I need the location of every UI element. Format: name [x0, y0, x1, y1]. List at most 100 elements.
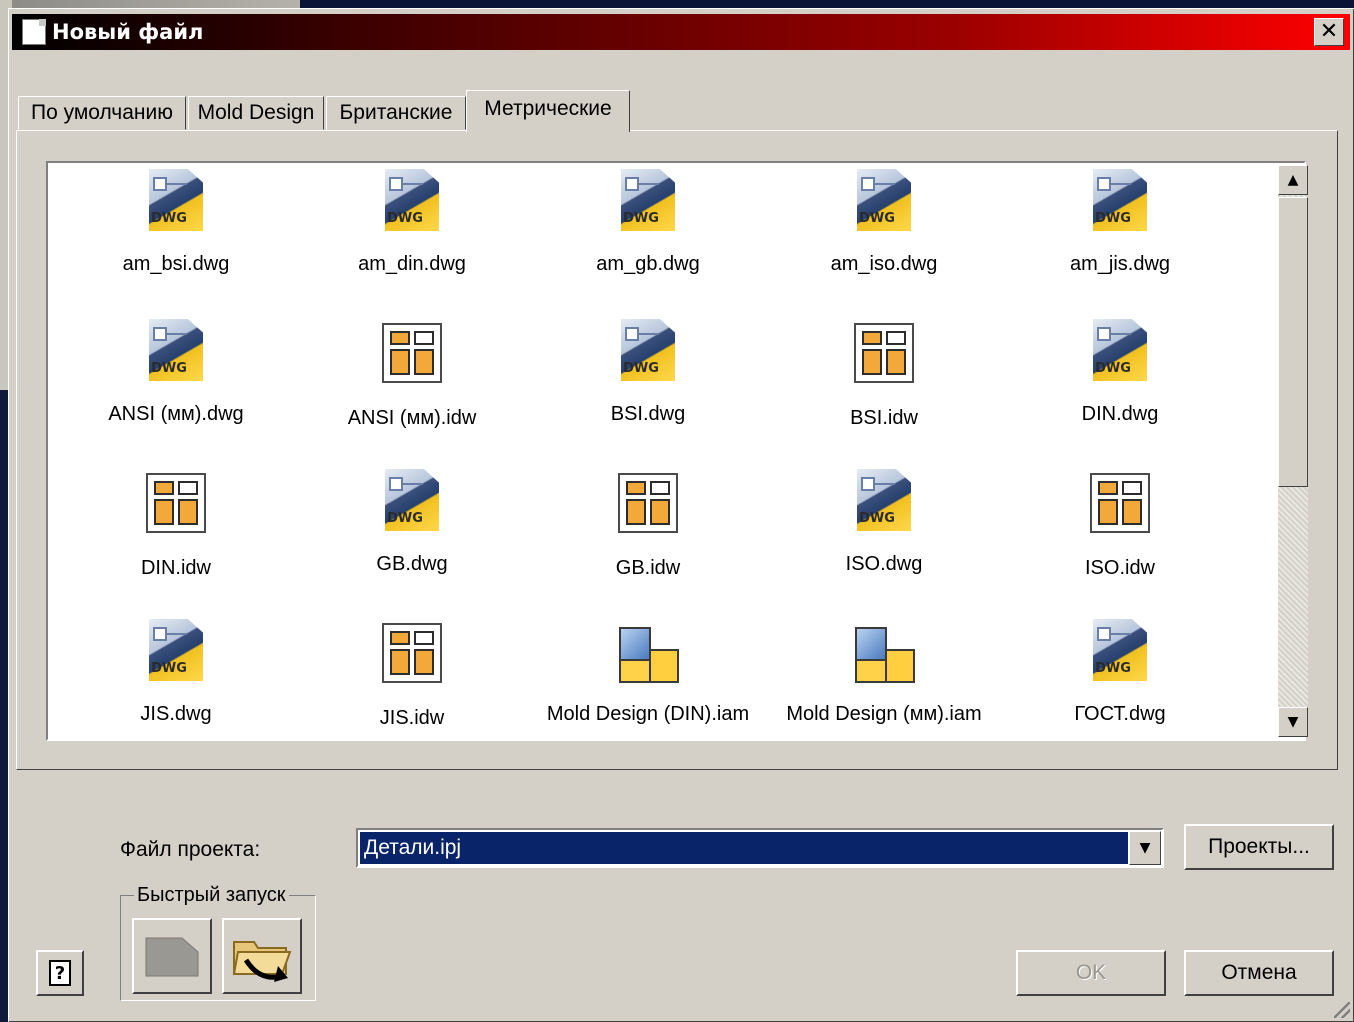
file-name-label: ISO.idw: [1084, 557, 1156, 579]
file-name-label: JIS.dwg: [140, 703, 212, 725]
window-title: Новый файл: [52, 20, 204, 44]
dwg-badge: DWG: [1095, 211, 1131, 226]
dwg-file-icon: DWG: [1085, 169, 1155, 239]
list-item[interactable]: DWG DIN.dwg: [1002, 317, 1238, 467]
list-item[interactable]: DWG am_din.dwg: [294, 167, 530, 317]
new-part-icon: [145, 937, 199, 977]
list-item[interactable]: DWG ANSI (мм).dwg: [58, 317, 294, 467]
dwg-file-icon: DWG: [1085, 319, 1155, 389]
iam-assembly-icon: [613, 619, 683, 689]
dwg-badge: DWG: [151, 361, 187, 376]
dwg-badge: DWG: [387, 211, 423, 226]
idw-drawing-icon: [613, 473, 683, 543]
dwg-file-icon: DWG: [141, 169, 211, 239]
file-name-label: Mold Design (мм).iam: [786, 703, 982, 725]
title-bar[interactable]: Новый файл ✕: [12, 14, 1350, 50]
new-file-icon: [22, 19, 46, 45]
file-name-label: ГОСТ.dwg: [1074, 703, 1166, 725]
vertical-scrollbar[interactable]: ▲ ▼: [1278, 165, 1308, 737]
file-name-label: am_gb.dwg: [596, 253, 700, 275]
dwg-badge: DWG: [859, 211, 895, 226]
dwg-file-icon: DWG: [377, 169, 447, 239]
idw-drawing-icon: [141, 473, 211, 543]
list-item[interactable]: DWG am_iso.dwg: [766, 167, 1002, 317]
dwg-badge: DWG: [623, 211, 659, 226]
list-item[interactable]: GB.idw: [530, 467, 766, 617]
dwg-file-icon: DWG: [141, 619, 211, 689]
list-item[interactable]: Mold Design (мм).iam: [766, 617, 1002, 739]
resize-grip[interactable]: [1334, 1002, 1350, 1018]
dwg-file-icon: DWG: [849, 469, 919, 539]
open-quick-button[interactable]: [222, 918, 302, 994]
list-item[interactable]: ISO.idw: [1002, 467, 1238, 617]
chevron-down-icon[interactable]: ▼: [1129, 831, 1161, 865]
idw-drawing-icon: [1085, 473, 1155, 543]
dwg-badge: DWG: [1095, 661, 1131, 676]
file-name-label: am_bsi.dwg: [122, 253, 230, 275]
close-button[interactable]: ✕: [1314, 18, 1344, 46]
new-part-quick-button[interactable]: [132, 918, 212, 994]
file-name-label: DIN.idw: [140, 557, 211, 579]
dwg-badge: DWG: [859, 511, 895, 526]
help-button[interactable]: ?: [36, 950, 84, 996]
file-name-label: BSI.idw: [850, 407, 918, 429]
dwg-badge: DWG: [387, 511, 423, 526]
dwg-badge: DWG: [1095, 361, 1131, 376]
dwg-badge: DWG: [151, 211, 187, 226]
list-item[interactable]: Mold Design (DIN).iam: [530, 617, 766, 739]
scroll-down-arrow-icon[interactable]: ▼: [1278, 707, 1308, 737]
dwg-file-icon: DWG: [613, 169, 683, 239]
list-item[interactable]: DWG ГОСТ.dwg: [1002, 617, 1238, 739]
list-item[interactable]: DWG JIS.dwg: [58, 617, 294, 739]
file-name-label: ANSI (мм).dwg: [108, 403, 244, 425]
list-item[interactable]: BSI.idw: [766, 317, 1002, 467]
tab-mold-design[interactable]: Mold Design: [188, 96, 324, 130]
dwg-file-icon: DWG: [849, 169, 919, 239]
background-strip: [0, 0, 1354, 8]
dwg-badge: DWG: [623, 361, 659, 376]
dwg-file-icon: DWG: [613, 319, 683, 389]
file-name-label: DIN.dwg: [1081, 403, 1159, 425]
open-folder-icon: [232, 941, 292, 982]
iam-assembly-icon: [849, 619, 919, 689]
scroll-up-arrow-icon[interactable]: ▲: [1278, 165, 1308, 195]
idw-drawing-icon: [377, 623, 447, 693]
tab-british[interactable]: Британские: [326, 96, 466, 130]
projects-button[interactable]: Проекты...: [1184, 824, 1334, 870]
idw-drawing-icon: [849, 323, 919, 393]
file-name-label: am_jis.dwg: [1069, 253, 1171, 275]
ok-button[interactable]: OK: [1016, 950, 1166, 996]
dwg-file-icon: DWG: [1085, 619, 1155, 689]
file-name-label: GB.idw: [615, 557, 681, 579]
project-file-label: Файл проекта:: [120, 838, 261, 861]
project-file-select[interactable]: Детали.ipj ▼: [356, 828, 1164, 868]
tab-metric[interactable]: Метрические: [466, 90, 630, 132]
file-name-label: GB.dwg: [376, 553, 448, 575]
cancel-button[interactable]: Отмена: [1184, 950, 1334, 996]
list-item[interactable]: DWG BSI.dwg: [530, 317, 766, 467]
list-item[interactable]: DWG am_jis.dwg: [1002, 167, 1238, 317]
list-item[interactable]: DWG am_gb.dwg: [530, 167, 766, 317]
file-name-label: am_iso.dwg: [830, 253, 938, 275]
file-name-label: BSI.dwg: [610, 403, 686, 425]
dwg-file-icon: DWG: [377, 469, 447, 539]
template-list[interactable]: DWG am_bsi.dwg DWG am_din.dwg DWG am_gb.dwg DW…: [46, 161, 1306, 741]
dwg-file-icon: DWG: [141, 319, 211, 389]
dwg-badge: DWG: [151, 661, 187, 676]
list-item[interactable]: DWG am_bsi.dwg: [58, 167, 294, 317]
file-name-label: ISO.dwg: [845, 553, 923, 575]
tab-default[interactable]: По умолчанию: [18, 96, 186, 130]
idw-drawing-icon: [377, 323, 447, 393]
project-file-value[interactable]: Детали.ipj: [360, 832, 1128, 864]
help-icon: ?: [49, 960, 71, 986]
list-item[interactable]: DWG ISO.dwg: [766, 467, 1002, 617]
file-name-label: ANSI (мм).idw: [347, 407, 477, 429]
list-item[interactable]: DIN.idw: [58, 467, 294, 617]
list-item[interactable]: ANSI (мм).idw: [294, 317, 530, 467]
list-item[interactable]: DWG GB.dwg: [294, 467, 530, 617]
file-name-label: JIS.idw: [379, 707, 445, 729]
file-name-label: Mold Design (DIN).iam: [546, 703, 750, 725]
quick-launch-label: Быстрый запуск: [134, 884, 289, 907]
scroll-thumb[interactable]: [1278, 197, 1308, 487]
list-item[interactable]: JIS.idw: [294, 617, 530, 739]
